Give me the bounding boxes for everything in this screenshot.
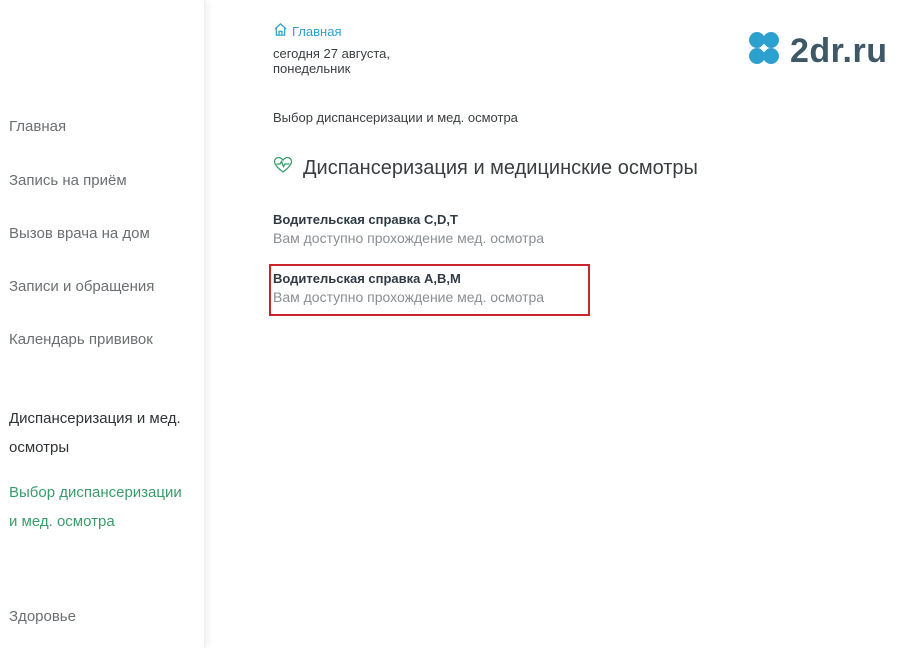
exam-option-title[interactable]: Водительская справка A,B,M: [273, 270, 544, 288]
home-link-label[interactable]: Главная: [292, 24, 341, 39]
exam-option-subtitle: Вам доступно прохождение мед. осмотра: [273, 289, 545, 305]
date-line-2: понедельник: [273, 61, 351, 76]
sidebar-item-health[interactable]: Здоровье: [9, 608, 76, 625]
home-link[interactable]: Главная: [273, 22, 341, 40]
page-title-text: Диспансеризация и медицинские осмотры: [303, 156, 698, 179]
heart-pulse-icon: [273, 155, 303, 181]
exam-option-abm[interactable]: Водительская справка A,B,M Вам доступно …: [273, 270, 544, 306]
breadcrumb: Выбор диспансеризации и мед. осмотра: [273, 110, 518, 125]
exam-option-title[interactable]: Водительская справка C,D,T: [273, 211, 544, 229]
sidebar-item-dispensary-selection[interactable]: Выбор диспансеризации и мед. осмотра: [9, 478, 189, 536]
logo-text: 2dr.ru: [790, 31, 888, 70]
sidebar-item-records[interactable]: Записи и обращения: [9, 278, 154, 295]
sidebar-item-vaccination-calendar[interactable]: Календарь прививок: [9, 331, 153, 348]
logo[interactable]: 2dr.ru: [744, 28, 887, 73]
sidebar-item-home[interactable]: Главная: [9, 118, 66, 135]
sidebar-item-appointment[interactable]: Запись на приём: [9, 172, 127, 189]
home-icon: [273, 22, 292, 40]
page-title: Диспансеризация и медицинские осмотры: [273, 155, 698, 181]
exam-option-cdt[interactable]: Водительская справка C,D,T Вам доступно …: [273, 211, 544, 247]
date-line-1: сегодня 27 августа,: [273, 46, 390, 61]
sidebar-item-dispensary[interactable]: Диспансеризация и мед. осмотры: [9, 404, 189, 462]
sidebar: Главная Запись на приём Вызов врача на д…: [0, 0, 205, 648]
sidebar-item-home-visit[interactable]: Вызов врача на дом: [9, 225, 150, 242]
clover-logo-icon: [744, 28, 784, 73]
exam-option-subtitle: Вам доступно прохождение мед. осмотра: [273, 230, 545, 246]
